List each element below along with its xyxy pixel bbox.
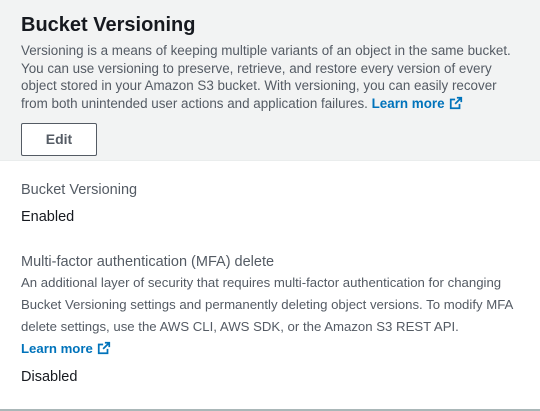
bucket-versioning-panel: Bucket Versioning Versioning is a means …	[0, 0, 540, 411]
versioning-label: Bucket Versioning	[21, 182, 138, 198]
mfa-description-text: An additional layer of security that req…	[21, 275, 513, 334]
mfa-learn-more-label: Learn more	[21, 341, 93, 356]
learn-more-link[interactable]: Learn more	[372, 96, 463, 111]
mfa-delete-value: Disabled	[21, 369, 78, 385]
panel-description: Versioning is a means of keeping multipl…	[21, 42, 521, 112]
panel-title: Bucket Versioning	[21, 14, 196, 36]
mfa-delete-label: Multi-factor authentication (MFA) delete	[21, 254, 275, 270]
edit-button[interactable]: Edit	[21, 123, 97, 157]
external-link-icon	[97, 341, 110, 355]
mfa-delete-description: An additional layer of security that req…	[21, 272, 521, 360]
mfa-learn-more-link[interactable]: Learn more	[21, 341, 111, 356]
external-link-icon	[449, 96, 462, 109]
learn-more-label: Learn more	[371, 95, 445, 111]
versioning-value: Enabled	[21, 209, 75, 225]
panel-header: Bucket Versioning Versioning is a means …	[0, 0, 540, 161]
